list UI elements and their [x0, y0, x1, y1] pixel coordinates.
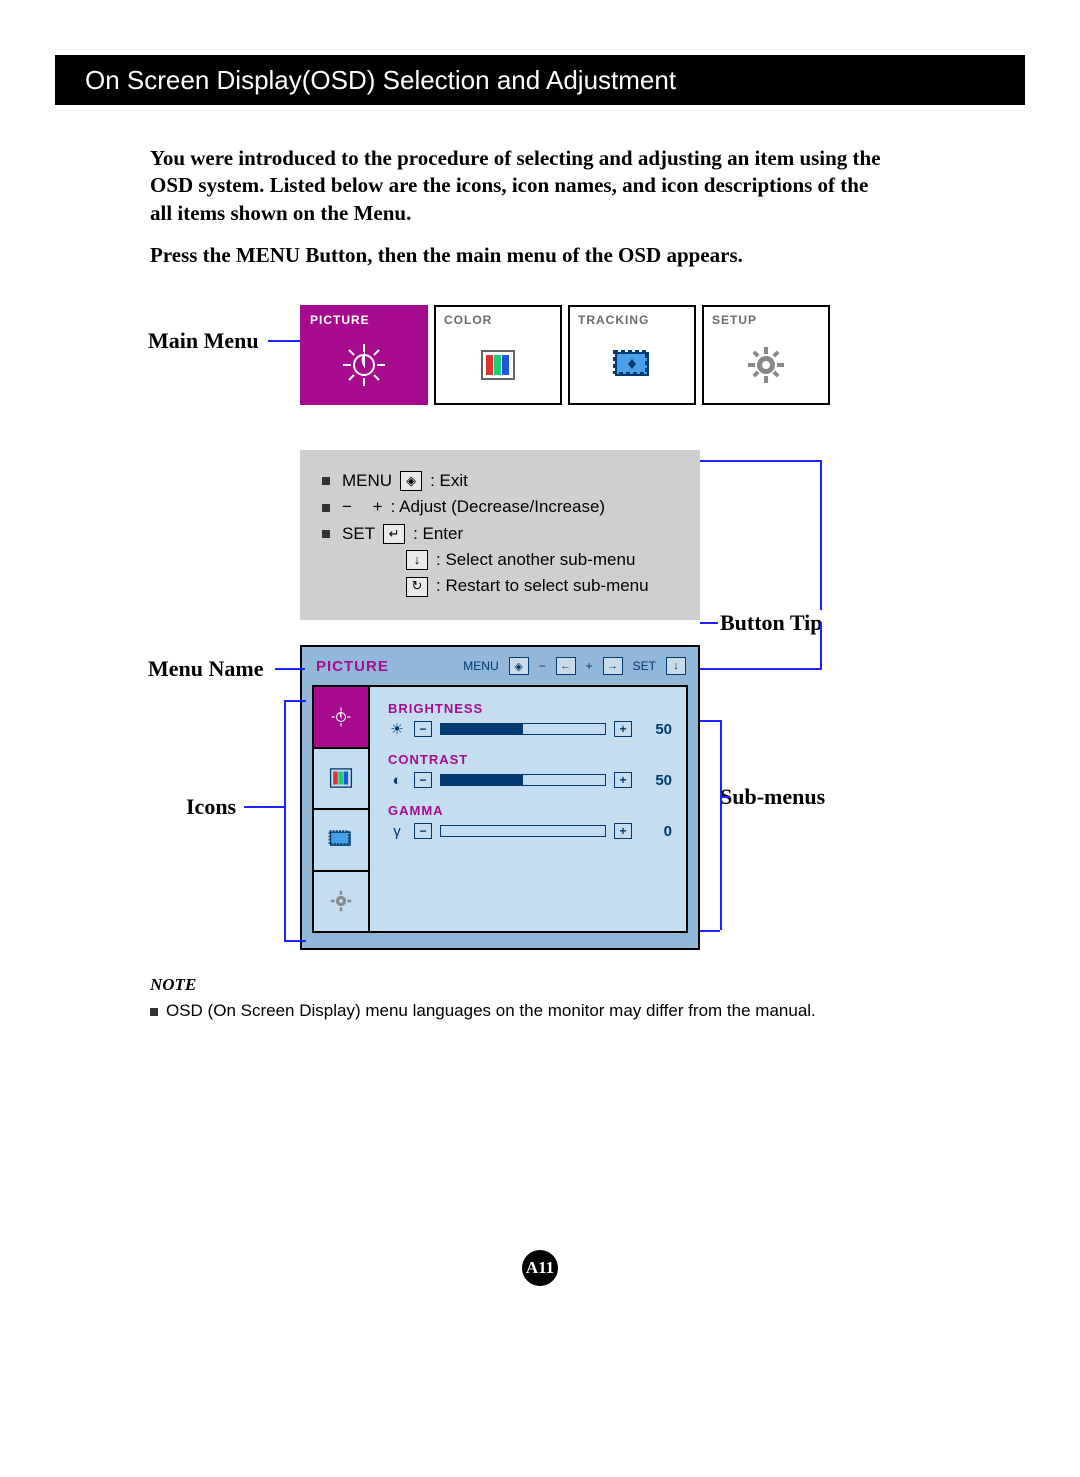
gamma-increase[interactable]: +: [614, 823, 632, 839]
tab-setup-label: SETUP: [704, 307, 828, 327]
setting-brightness-label: BRIGHTNESS: [388, 701, 672, 716]
restart-icon: ↻: [406, 577, 428, 597]
brightness-decrease[interactable]: −: [414, 721, 432, 737]
page-number-badge: A11: [522, 1250, 558, 1286]
osd-side-picture[interactable]: [314, 687, 368, 749]
setting-gamma: GAMMA γ − + 0: [388, 803, 672, 840]
tip-menu-exit: MENU ◈ : Exit: [322, 468, 680, 494]
osd-panel: PICTURE MENU ◈ − ← + → SET ↓: [300, 645, 700, 950]
page-title: On Screen Display(OSD) Selection and Adj…: [85, 65, 676, 96]
note-title: NOTE: [150, 975, 910, 995]
note-section: NOTE OSD (On Screen Display) menu langua…: [150, 975, 910, 1021]
brightness-increase[interactable]: +: [614, 721, 632, 737]
setting-brightness: BRIGHTNESS ☀ − + 50: [388, 701, 672, 738]
label-main-menu: Main Menu: [148, 328, 259, 354]
main-menu-tabs: PICTURE COLOR TRACKING: [300, 305, 830, 405]
tab-color-label: COLOR: [436, 307, 560, 327]
label-icons: Icons: [186, 794, 236, 820]
tab-tracking-label: TRACKING: [570, 307, 694, 327]
osd-body: BRIGHTNESS ☀ − + 50 CONTRAST ◐ − + 50: [312, 685, 688, 933]
osd-content: BRIGHTNESS ☀ − + 50 CONTRAST ◐ − + 50: [370, 687, 686, 931]
gamma-icon: γ: [388, 822, 406, 840]
osd-left-key-icon: ←: [556, 657, 576, 675]
tab-picture-label: PICTURE: [302, 307, 426, 327]
brightness-contrast-icon: [302, 327, 426, 403]
gamma-slider[interactable]: [440, 825, 606, 837]
contrast-increase[interactable]: +: [614, 772, 632, 788]
tip-adjust: − + : Adjust (Decrease/Increase): [322, 494, 680, 520]
label-button-tip: Button Tip: [720, 610, 823, 636]
button-tips-panel: MENU ◈ : Exit − + : Adjust (Decrease/Inc…: [300, 450, 700, 620]
press-menu-text: Press the MENU Button, then the main men…: [150, 243, 890, 268]
label-sub-menus: Sub-menus: [720, 784, 825, 810]
label-menu-name: Menu Name: [148, 656, 263, 682]
page-number: A11: [526, 1258, 554, 1278]
gear-icon: [704, 327, 828, 403]
contrast-value: 50: [640, 772, 672, 789]
osd-side-setup[interactable]: [314, 872, 368, 932]
tab-tracking[interactable]: TRACKING: [568, 305, 696, 405]
osd-menu-key-icon: ◈: [509, 657, 529, 675]
setting-gamma-label: GAMMA: [388, 803, 672, 818]
setting-contrast: CONTRAST ◐ − + 50: [388, 752, 672, 789]
osd-menu-name: PICTURE: [316, 658, 389, 675]
osd-side-icons: [314, 687, 370, 931]
tab-setup[interactable]: SETUP: [702, 305, 830, 405]
menu-key-icon: ◈: [400, 471, 422, 491]
tip-restart-submenu: ↻ : Restart to select sub-menu: [406, 573, 680, 599]
osd-side-color[interactable]: [314, 749, 368, 811]
gamma-value: 0: [640, 823, 672, 840]
contrast-decrease[interactable]: −: [414, 772, 432, 788]
contrast-slider[interactable]: [440, 774, 606, 786]
tip-set-enter: SET ↵ : Enter: [322, 521, 680, 547]
setting-contrast-label: CONTRAST: [388, 752, 672, 767]
tab-picture[interactable]: PICTURE: [300, 305, 428, 405]
page-title-bar: On Screen Display(OSD) Selection and Adj…: [55, 55, 1025, 105]
osd-header: PICTURE MENU ◈ − ← + → SET ↓: [302, 647, 698, 679]
osd-down-key-icon: ↓: [666, 657, 686, 675]
osd-right-key-icon: →: [603, 657, 623, 675]
color-bars-icon: [436, 327, 560, 403]
tab-color[interactable]: COLOR: [434, 305, 562, 405]
down-arrow-icon: ↓: [406, 550, 428, 570]
tracking-icon: [570, 327, 694, 403]
sun-icon: ☀: [388, 720, 406, 738]
enter-key-icon: ↵: [383, 524, 405, 544]
osd-side-tracking[interactable]: [314, 810, 368, 872]
brightness-slider[interactable]: [440, 723, 606, 735]
brightness-value: 50: [640, 721, 672, 738]
intro-text: You were introduced to the procedure of …: [150, 145, 890, 227]
tip-select-submenu: ↓ : Select another sub-menu: [406, 547, 680, 573]
gamma-decrease[interactable]: −: [414, 823, 432, 839]
contrast-icon: ◐: [388, 771, 406, 789]
note-text: OSD (On Screen Display) menu languages o…: [166, 1001, 816, 1021]
